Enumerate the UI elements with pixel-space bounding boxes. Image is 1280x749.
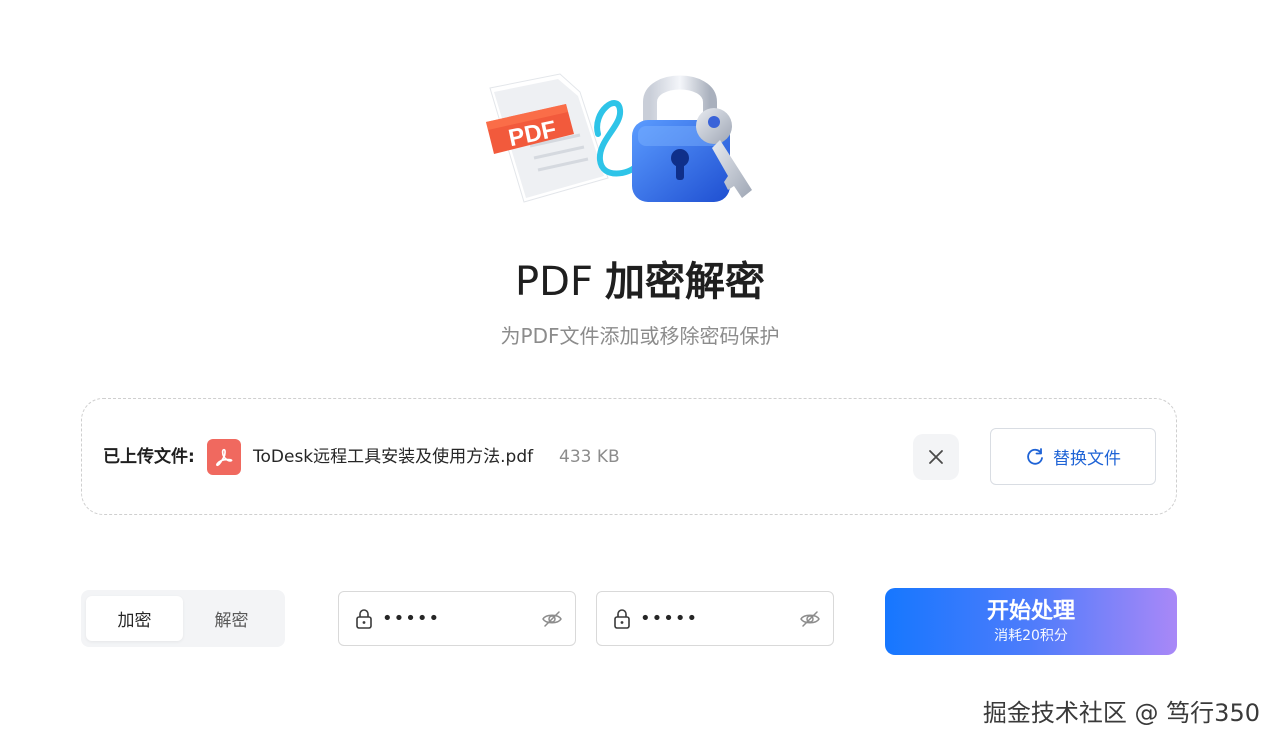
password-field[interactable] — [338, 591, 576, 646]
lock-icon — [614, 608, 630, 629]
password-input[interactable] — [382, 608, 532, 629]
page-title-prefix: PDF — [515, 259, 593, 305]
file-name: ToDesk远程工具安装及使用方法.pdf — [253, 447, 534, 467]
page-title: PDF 加密解密 — [0, 255, 1280, 309]
eye-off-icon[interactable] — [799, 608, 821, 630]
tab-encrypt[interactable]: 加密 — [86, 596, 183, 641]
page-subtitle: 为PDF文件添加或移除密码保护 — [500, 324, 780, 348]
confirm-password-field[interactable] — [596, 591, 834, 646]
replace-file-button[interactable]: 替换文件 — [990, 428, 1156, 485]
pdf-file-icon — [207, 439, 241, 475]
replace-file-label: 替换文件 — [1053, 449, 1121, 469]
eye-off-icon[interactable] — [541, 608, 563, 630]
page-title-main: 加密解密 — [604, 259, 765, 305]
refresh-icon — [1027, 447, 1043, 465]
file-size: 433 KB — [559, 447, 620, 467]
upload-area: 已上传文件: ToDesk远程工具安装及使用方法.pdf 433 KB 替换文件 — [81, 398, 1177, 515]
lock-icon — [356, 608, 372, 629]
start-button-cost: 消耗20积分 — [994, 627, 1068, 644]
mode-toggle: 加密 解密 — [81, 590, 285, 647]
start-processing-button[interactable]: 开始处理 消耗20积分 — [885, 588, 1177, 655]
hero-illustration: PDF — [480, 62, 770, 212]
tab-decrypt[interactable]: 解密 — [183, 596, 280, 641]
uploaded-file-label: 已上传文件: — [103, 447, 195, 467]
confirm-password-input[interactable] — [640, 608, 790, 629]
start-button-label: 开始处理 — [986, 598, 1075, 624]
pdf-document-icon: PDF — [486, 73, 609, 203]
close-icon — [929, 450, 943, 464]
watermark: 掘金技术社区 @ 笃行350 — [982, 699, 1260, 727]
swirl-decoration — [594, 100, 639, 177]
remove-file-button[interactable] — [913, 434, 959, 480]
